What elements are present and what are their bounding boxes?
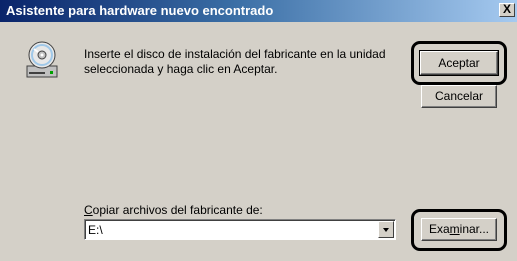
ok-button[interactable]: Aceptar — [420, 51, 498, 75]
instruction-message: Inserte el disco de instalación del fabr… — [84, 47, 386, 76]
cancel-button-label: Cancelar — [434, 89, 484, 103]
window-title: Asistente para hardware nuevo encontrado — [6, 3, 274, 18]
browse-label-accel: m — [449, 222, 460, 236]
ok-button-label: Aceptar — [438, 56, 480, 70]
close-icon: X — [502, 2, 511, 16]
close-button[interactable]: X — [499, 3, 515, 17]
copy-from-combobox[interactable]: E:\ — [84, 219, 396, 240]
cd-drive-icon — [26, 41, 58, 78]
copy-from-value[interactable]: E:\ — [88, 223, 103, 237]
copy-from-label-rest: opiar archivos del fabricante de: — [92, 203, 263, 217]
title-bar[interactable]: Asistente para hardware nuevo encontrado… — [0, 0, 517, 22]
browse-label-pre: Exa — [428, 222, 450, 236]
ok-button-frame: Aceptar — [419, 50, 499, 76]
dialog-window: Asistente para hardware nuevo encontrado… — [0, 0, 517, 261]
copy-from-label-accel: C — [84, 203, 93, 217]
cancel-button[interactable]: Cancelar — [421, 85, 497, 108]
chevron-down-icon[interactable] — [378, 221, 394, 238]
browse-button[interactable]: Examinar... — [421, 218, 497, 241]
copy-from-label: Copiar archivos del fabricante de: — [84, 203, 263, 217]
browse-label-post: inar... — [459, 222, 490, 236]
